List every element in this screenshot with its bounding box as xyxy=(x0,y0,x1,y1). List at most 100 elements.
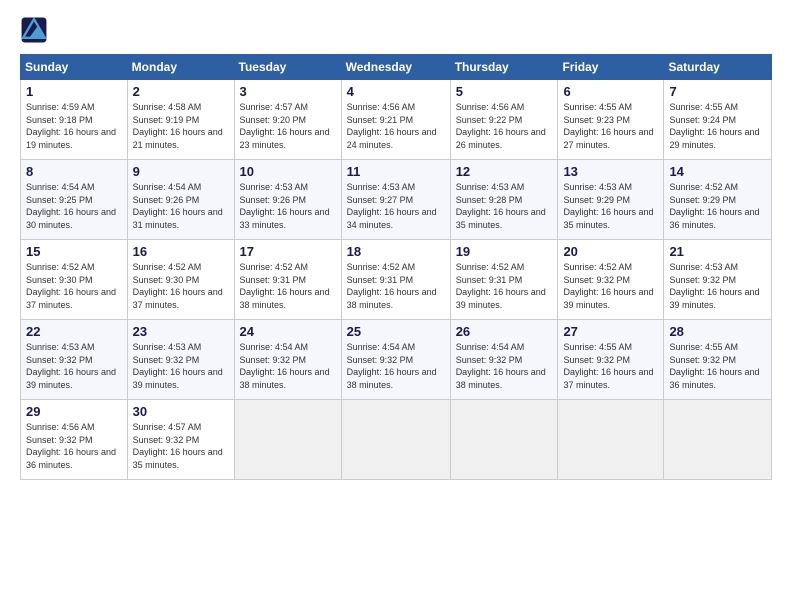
day-cell: 3 Sunrise: 4:57 AMSunset: 9:20 PMDayligh… xyxy=(234,80,341,160)
column-header-friday: Friday xyxy=(558,55,664,80)
day-cell: 9 Sunrise: 4:54 AMSunset: 9:26 PMDayligh… xyxy=(127,160,234,240)
header xyxy=(20,16,772,44)
day-number: 22 xyxy=(26,324,122,339)
day-info: Sunrise: 4:54 AMSunset: 9:32 PMDaylight:… xyxy=(456,342,546,390)
day-number: 2 xyxy=(133,84,229,99)
day-number: 9 xyxy=(133,164,229,179)
week-row-2: 8 Sunrise: 4:54 AMSunset: 9:25 PMDayligh… xyxy=(21,160,772,240)
week-row-1: 1 Sunrise: 4:59 AMSunset: 9:18 PMDayligh… xyxy=(21,80,772,160)
day-cell: 26 Sunrise: 4:54 AMSunset: 9:32 PMDaylig… xyxy=(450,320,558,400)
day-info: Sunrise: 4:58 AMSunset: 9:19 PMDaylight:… xyxy=(133,102,223,150)
day-cell: 19 Sunrise: 4:52 AMSunset: 9:31 PMDaylig… xyxy=(450,240,558,320)
day-number: 11 xyxy=(347,164,445,179)
day-cell: 30 Sunrise: 4:57 AMSunset: 9:32 PMDaylig… xyxy=(127,400,234,480)
day-number: 14 xyxy=(669,164,766,179)
week-row-4: 22 Sunrise: 4:53 AMSunset: 9:32 PMDaylig… xyxy=(21,320,772,400)
day-cell: 28 Sunrise: 4:55 AMSunset: 9:32 PMDaylig… xyxy=(664,320,772,400)
day-number: 1 xyxy=(26,84,122,99)
day-cell xyxy=(664,400,772,480)
day-cell: 1 Sunrise: 4:59 AMSunset: 9:18 PMDayligh… xyxy=(21,80,128,160)
day-cell: 14 Sunrise: 4:52 AMSunset: 9:29 PMDaylig… xyxy=(664,160,772,240)
logo-icon xyxy=(20,16,48,44)
day-cell xyxy=(558,400,664,480)
day-info: Sunrise: 4:55 AMSunset: 9:32 PMDaylight:… xyxy=(563,342,653,390)
day-cell: 18 Sunrise: 4:52 AMSunset: 9:31 PMDaylig… xyxy=(341,240,450,320)
day-number: 13 xyxy=(563,164,658,179)
week-row-5: 29 Sunrise: 4:56 AMSunset: 9:32 PMDaylig… xyxy=(21,400,772,480)
day-number: 7 xyxy=(669,84,766,99)
column-header-monday: Monday xyxy=(127,55,234,80)
day-number: 28 xyxy=(669,324,766,339)
day-info: Sunrise: 4:52 AMSunset: 9:31 PMDaylight:… xyxy=(347,262,437,310)
day-info: Sunrise: 4:53 AMSunset: 9:27 PMDaylight:… xyxy=(347,182,437,230)
day-number: 20 xyxy=(563,244,658,259)
day-cell: 6 Sunrise: 4:55 AMSunset: 9:23 PMDayligh… xyxy=(558,80,664,160)
day-number: 16 xyxy=(133,244,229,259)
column-header-sunday: Sunday xyxy=(21,55,128,80)
day-info: Sunrise: 4:52 AMSunset: 9:30 PMDaylight:… xyxy=(26,262,116,310)
day-cell: 10 Sunrise: 4:53 AMSunset: 9:26 PMDaylig… xyxy=(234,160,341,240)
week-row-3: 15 Sunrise: 4:52 AMSunset: 9:30 PMDaylig… xyxy=(21,240,772,320)
day-number: 23 xyxy=(133,324,229,339)
day-number: 19 xyxy=(456,244,553,259)
day-number: 26 xyxy=(456,324,553,339)
column-header-saturday: Saturday xyxy=(664,55,772,80)
day-info: Sunrise: 4:53 AMSunset: 9:32 PMDaylight:… xyxy=(133,342,223,390)
day-cell xyxy=(341,400,450,480)
day-number: 30 xyxy=(133,404,229,419)
day-info: Sunrise: 4:57 AMSunset: 9:20 PMDaylight:… xyxy=(240,102,330,150)
calendar: SundayMondayTuesdayWednesdayThursdayFrid… xyxy=(20,54,772,480)
day-cell: 20 Sunrise: 4:52 AMSunset: 9:32 PMDaylig… xyxy=(558,240,664,320)
day-cell: 24 Sunrise: 4:54 AMSunset: 9:32 PMDaylig… xyxy=(234,320,341,400)
day-info: Sunrise: 4:53 AMSunset: 9:26 PMDaylight:… xyxy=(240,182,330,230)
header-row: SundayMondayTuesdayWednesdayThursdayFrid… xyxy=(21,55,772,80)
day-info: Sunrise: 4:53 AMSunset: 9:29 PMDaylight:… xyxy=(563,182,653,230)
day-number: 21 xyxy=(669,244,766,259)
day-info: Sunrise: 4:53 AMSunset: 9:28 PMDaylight:… xyxy=(456,182,546,230)
day-number: 18 xyxy=(347,244,445,259)
logo xyxy=(20,16,52,44)
day-cell: 23 Sunrise: 4:53 AMSunset: 9:32 PMDaylig… xyxy=(127,320,234,400)
day-cell: 16 Sunrise: 4:52 AMSunset: 9:30 PMDaylig… xyxy=(127,240,234,320)
day-info: Sunrise: 4:59 AMSunset: 9:18 PMDaylight:… xyxy=(26,102,116,150)
day-number: 4 xyxy=(347,84,445,99)
day-cell: 29 Sunrise: 4:56 AMSunset: 9:32 PMDaylig… xyxy=(21,400,128,480)
day-cell: 17 Sunrise: 4:52 AMSunset: 9:31 PMDaylig… xyxy=(234,240,341,320)
day-cell: 12 Sunrise: 4:53 AMSunset: 9:28 PMDaylig… xyxy=(450,160,558,240)
day-info: Sunrise: 4:53 AMSunset: 9:32 PMDaylight:… xyxy=(669,262,759,310)
day-number: 27 xyxy=(563,324,658,339)
page: SundayMondayTuesdayWednesdayThursdayFrid… xyxy=(0,0,792,612)
day-number: 8 xyxy=(26,164,122,179)
day-info: Sunrise: 4:52 AMSunset: 9:32 PMDaylight:… xyxy=(563,262,653,310)
day-number: 3 xyxy=(240,84,336,99)
day-cell: 8 Sunrise: 4:54 AMSunset: 9:25 PMDayligh… xyxy=(21,160,128,240)
column-header-wednesday: Wednesday xyxy=(341,55,450,80)
day-cell: 2 Sunrise: 4:58 AMSunset: 9:19 PMDayligh… xyxy=(127,80,234,160)
day-cell: 22 Sunrise: 4:53 AMSunset: 9:32 PMDaylig… xyxy=(21,320,128,400)
day-number: 29 xyxy=(26,404,122,419)
day-number: 12 xyxy=(456,164,553,179)
column-header-tuesday: Tuesday xyxy=(234,55,341,80)
day-info: Sunrise: 4:55 AMSunset: 9:23 PMDaylight:… xyxy=(563,102,653,150)
day-info: Sunrise: 4:52 AMSunset: 9:31 PMDaylight:… xyxy=(240,262,330,310)
day-info: Sunrise: 4:54 AMSunset: 9:32 PMDaylight:… xyxy=(347,342,437,390)
day-cell xyxy=(450,400,558,480)
day-cell: 7 Sunrise: 4:55 AMSunset: 9:24 PMDayligh… xyxy=(664,80,772,160)
day-info: Sunrise: 4:55 AMSunset: 9:24 PMDaylight:… xyxy=(669,102,759,150)
day-info: Sunrise: 4:52 AMSunset: 9:30 PMDaylight:… xyxy=(133,262,223,310)
day-info: Sunrise: 4:56 AMSunset: 9:32 PMDaylight:… xyxy=(26,422,116,470)
day-info: Sunrise: 4:52 AMSunset: 9:29 PMDaylight:… xyxy=(669,182,759,230)
day-info: Sunrise: 4:56 AMSunset: 9:22 PMDaylight:… xyxy=(456,102,546,150)
day-number: 5 xyxy=(456,84,553,99)
day-number: 10 xyxy=(240,164,336,179)
day-info: Sunrise: 4:56 AMSunset: 9:21 PMDaylight:… xyxy=(347,102,437,150)
day-number: 25 xyxy=(347,324,445,339)
day-info: Sunrise: 4:53 AMSunset: 9:32 PMDaylight:… xyxy=(26,342,116,390)
day-number: 6 xyxy=(563,84,658,99)
day-info: Sunrise: 4:54 AMSunset: 9:26 PMDaylight:… xyxy=(133,182,223,230)
day-cell: 4 Sunrise: 4:56 AMSunset: 9:21 PMDayligh… xyxy=(341,80,450,160)
day-info: Sunrise: 4:54 AMSunset: 9:32 PMDaylight:… xyxy=(240,342,330,390)
day-cell: 27 Sunrise: 4:55 AMSunset: 9:32 PMDaylig… xyxy=(558,320,664,400)
day-cell: 25 Sunrise: 4:54 AMSunset: 9:32 PMDaylig… xyxy=(341,320,450,400)
column-header-thursday: Thursday xyxy=(450,55,558,80)
